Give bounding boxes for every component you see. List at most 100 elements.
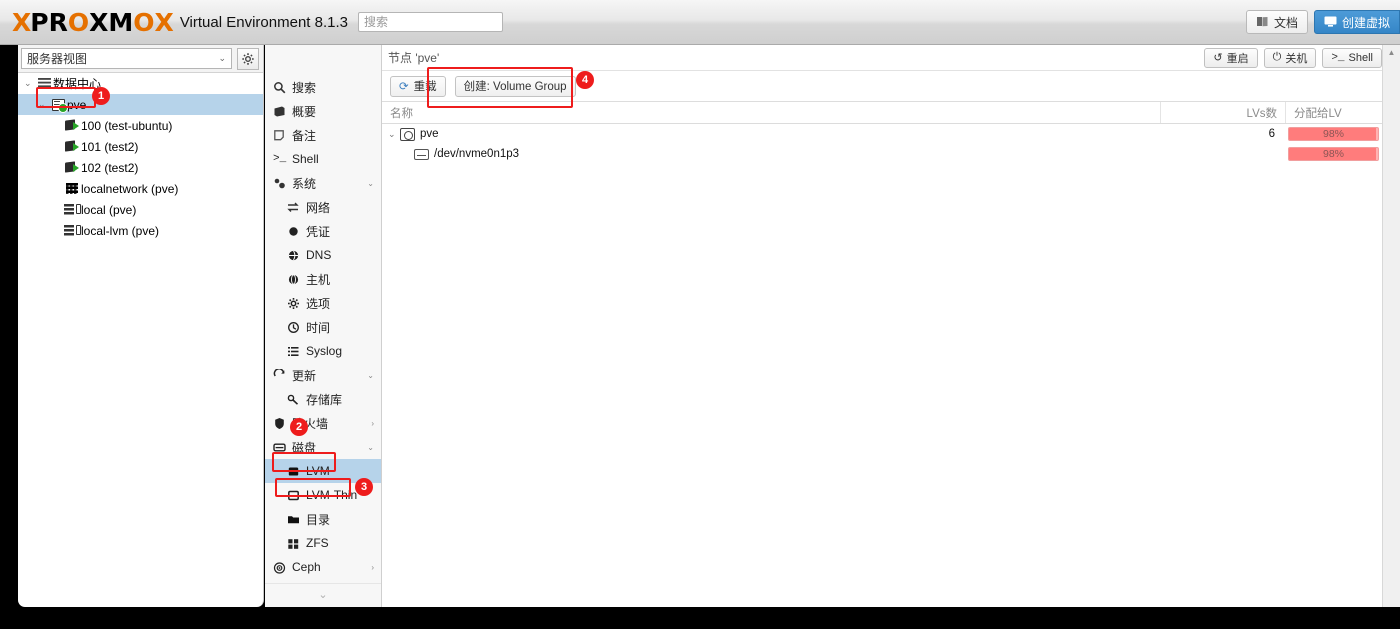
logo-text-pr: PR — [30, 7, 68, 37]
allocation-bar: 98% — [1288, 127, 1379, 141]
tree-item-pve[interactable]: ⌄ pve — [18, 94, 263, 115]
nav-item-label: Ceph — [292, 560, 321, 574]
nav-item-[interactable]: 防火墙 › — [265, 411, 381, 435]
tree-item-label: localnetwork (pve) — [81, 181, 179, 196]
shell-icon: >_ — [273, 153, 287, 165]
shell-button[interactable]: >_ Shell — [1322, 47, 1382, 68]
restart-icon: ↺ — [1213, 52, 1223, 64]
nav-item-[interactable]: 更新 ⌄ — [265, 363, 381, 387]
allocation-bar: 98% — [1288, 147, 1379, 161]
update-icon — [273, 368, 292, 382]
vm-icon — [65, 139, 79, 153]
tree-item-local[interactable]: local (pve) — [18, 199, 263, 220]
nav-item-[interactable]: 搜索 — [265, 75, 381, 99]
nav-item-[interactable]: 存储库 — [265, 387, 381, 411]
restart-label: 重启 — [1226, 52, 1249, 65]
table-row[interactable]: ⌄ pve 6 98% — [382, 124, 1382, 144]
volume-group-icon — [400, 127, 415, 141]
cell-alloc: 98% — [1285, 124, 1382, 144]
nav-item-label: ZFS — [306, 536, 329, 550]
lvmthin-icon — [287, 489, 306, 502]
search-input[interactable]: 搜索 — [357, 12, 503, 32]
nav-item-[interactable]: 主机 — [265, 267, 381, 291]
annotation-badge-4: 4 — [576, 71, 594, 89]
create-volume-group-button[interactable]: 创建: Volume Group — [454, 75, 576, 97]
nav-item-label: 备注 — [292, 128, 317, 143]
shell-label: Shell — [1348, 51, 1373, 64]
column-header-lvs[interactable]: LVs数 — [1160, 102, 1285, 123]
shutdown-label: 关机 — [1285, 52, 1308, 65]
nav-item-label: Shell — [292, 152, 319, 166]
documentation-label: 文档 — [1273, 15, 1298, 30]
main-scrollbar[interactable]: ▲ — [1382, 45, 1400, 607]
chevron-down-icon[interactable]: ⌄ — [265, 583, 381, 605]
server-tree-panel: 服务器视图 ⌄ ⌄ 数据中心 ⌄ pve 100 (test-ubuntu) 101 (t… — [18, 45, 264, 607]
nav-caret-icon[interactable]: ⌄ — [367, 371, 374, 380]
nav-item-[interactable]: 网络 — [265, 195, 381, 219]
column-header-name[interactable]: 名称 — [382, 102, 1160, 123]
nav-item-label: 搜索 — [292, 80, 317, 95]
options-icon — [287, 297, 306, 310]
main-content: 节点 'pve' ↺ 重启 ⏻ 关机 >_ Shell ⟳ 重载 创建: Vol… — [382, 45, 1382, 607]
nav-item-label: 存储库 — [306, 392, 343, 407]
shutdown-button[interactable]: ⏻ 关机 — [1263, 47, 1317, 68]
nav-item-shell[interactable]: >_ Shell — [265, 147, 381, 171]
search-icon — [273, 81, 292, 94]
cell-lvs — [1160, 144, 1285, 164]
nav-caret-icon[interactable]: › — [371, 563, 374, 572]
proxmox-logo: X PR O XM O X Virtual Environment 8.1.3 — [0, 0, 348, 44]
reload-button[interactable]: ⟳ 重载 — [390, 75, 446, 97]
nav-item-label: LVM-Thin — [306, 488, 358, 502]
annotation-badge-1: 1 — [92, 87, 110, 105]
nav-item-[interactable]: 目录 — [265, 507, 381, 531]
nav-item-ceph[interactable]: Ceph › — [265, 555, 381, 579]
chevron-up-icon[interactable]: ▲ — [1383, 45, 1400, 59]
documentation-button[interactable]: 文档 — [1245, 10, 1308, 34]
notes-icon — [273, 129, 292, 142]
view-selector-dropdown[interactable]: 服务器视图 ⌄ — [21, 48, 232, 69]
tree-item-100[interactable]: 100 (test-ubuntu) — [18, 115, 263, 136]
table-row[interactable]: /dev/nvme0n1p3 98% — [382, 144, 1382, 164]
nav-item-[interactable]: 概要 — [265, 99, 381, 123]
storage-icon — [63, 224, 81, 237]
time-icon — [287, 321, 306, 334]
row-name-label: pve — [420, 128, 439, 140]
create-vm-button[interactable]: 创建虚拟 — [1313, 10, 1400, 34]
table-body: ⌄ pve 6 98% /dev/nvme0n1p3 98% — [382, 124, 1382, 164]
nav-item-[interactable]: 选项 — [265, 291, 381, 315]
nav-item-dns[interactable]: DNS — [265, 243, 381, 267]
nav-item-[interactable]: 磁盘 ⌄ — [265, 435, 381, 459]
gear-icon[interactable] — [237, 47, 259, 70]
tree-item-102[interactable]: 102 (test2) — [18, 157, 263, 178]
nav-item-label: 目录 — [306, 512, 331, 527]
tree-twisty[interactable]: ⌄ — [24, 78, 35, 89]
tree-item-101[interactable]: 101 (test2) — [18, 136, 263, 157]
node-actions: ↺ 重启 ⏻ 关机 >_ Shell — [1198, 47, 1382, 68]
view-selector-row: 服务器视图 ⌄ — [18, 45, 263, 73]
row-twisty[interactable]: ⌄ — [388, 129, 400, 140]
restart-button[interactable]: ↺ 重启 — [1204, 47, 1258, 68]
tree-item-数据中心[interactable]: ⌄ 数据中心 — [18, 73, 263, 94]
logo-text-o2: O — [133, 7, 155, 37]
nav-caret-icon[interactable]: ⌄ — [367, 179, 374, 188]
nav-item-label: 磁盘 — [292, 440, 317, 455]
content-header: 节点 'pve' ↺ 重启 ⏻ 关机 >_ Shell — [382, 45, 1382, 71]
table-header: 名称 LVs数 分配给LV — [382, 102, 1382, 124]
column-header-alloc[interactable]: 分配给LV — [1285, 102, 1382, 123]
nav-caret-icon[interactable]: ⌄ — [367, 443, 374, 452]
nav-item-[interactable]: 凭证 — [265, 219, 381, 243]
nav-item-label: 网络 — [306, 200, 331, 215]
nav-item-syslog[interactable]: Syslog — [265, 339, 381, 363]
directory-icon — [287, 513, 306, 526]
tree-twisty[interactable]: ⌄ — [38, 99, 49, 110]
nav-item-[interactable]: 时间 — [265, 315, 381, 339]
syslog-icon — [287, 345, 306, 358]
nav-item-[interactable]: 系统 ⌄ — [265, 171, 381, 195]
tree-item-localnetwork[interactable]: localnetwork (pve) — [18, 178, 263, 199]
nav-caret-icon[interactable]: › — [371, 419, 374, 428]
nav-item-zfs[interactable]: ZFS — [265, 531, 381, 555]
tree-item-local-lvm[interactable]: local-lvm (pve) — [18, 220, 263, 241]
create-volume-group-label: 创建: Volume Group — [463, 81, 567, 93]
nav-item-label: DNS — [306, 248, 332, 262]
nav-item-[interactable]: 备注 — [265, 123, 381, 147]
